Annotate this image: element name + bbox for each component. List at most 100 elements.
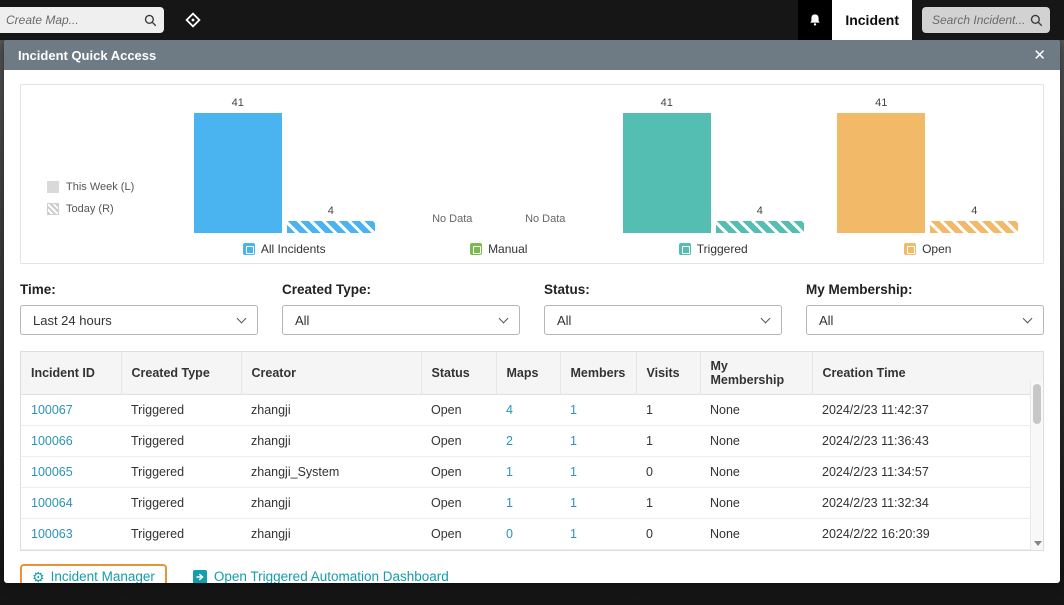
incident-id-link[interactable]: 100065 — [31, 465, 73, 479]
maps-link[interactable]: 1 — [506, 496, 513, 510]
dashboard-icon — [193, 570, 207, 584]
group-label-text: Open — [922, 242, 951, 256]
close-icon[interactable]: ✕ — [1033, 48, 1046, 63]
membership-filter: My Membership: All — [806, 282, 1044, 335]
created-type-filter-select[interactable]: All — [282, 305, 520, 335]
group-label-triggered: Triggered — [679, 242, 748, 256]
table-row[interactable]: 100067 Triggered zhangji Open 4 1 1 None… — [21, 395, 1043, 426]
table-row[interactable]: 100066 Triggered zhangji Open 2 1 1 None… — [21, 426, 1043, 457]
incident-id-link[interactable]: 100064 — [31, 496, 73, 510]
open-icon — [904, 243, 916, 255]
members-link[interactable]: 1 — [570, 465, 577, 479]
created-type-cell: Triggered — [131, 434, 184, 448]
open-dashboard-label: Open Triggered Automation Dashboard — [214, 569, 449, 583]
status-filter-label: Status: — [544, 282, 782, 297]
created-type-cell: Triggered — [131, 496, 184, 510]
col-header[interactable]: Visits — [636, 352, 700, 395]
legend-label: Today (R) — [66, 203, 114, 215]
visits-cell: 1 — [646, 434, 653, 448]
status-cell: Open — [431, 527, 462, 541]
incident-search-input[interactable] — [932, 13, 1029, 27]
created-type-cell: Triggered — [131, 403, 184, 417]
app-logo-icon[interactable] — [184, 11, 202, 29]
chart-groups: 41 4 All Incidents — [177, 95, 1035, 257]
modal-title: Incident Quick Access — [18, 48, 156, 63]
status-filter-value: All — [557, 313, 571, 328]
members-link[interactable]: 1 — [570, 403, 577, 417]
created-type-filter-value: All — [295, 313, 309, 328]
chevron-down-icon — [237, 313, 247, 323]
group-label-text: All Incidents — [261, 242, 326, 256]
maps-link[interactable]: 0 — [506, 527, 513, 541]
bar-value-label: 4 — [328, 205, 334, 217]
creator-cell: zhangji — [251, 434, 291, 448]
col-header[interactable]: Status — [421, 352, 496, 395]
group-label-open: Open — [904, 242, 951, 256]
incident-quick-access-modal: Incident Quick Access ✕ This Week (L) To… — [4, 40, 1060, 583]
legend-label: This Week (L) — [66, 181, 134, 193]
col-header[interactable]: Created Type — [121, 352, 241, 395]
this-week-bar[interactable] — [623, 113, 711, 233]
created-type-cell: Triggered — [131, 527, 184, 541]
scroll-down-arrow-icon[interactable] — [1034, 541, 1042, 546]
members-link[interactable]: 1 — [570, 496, 577, 510]
legend-today: Today (R) — [47, 203, 177, 215]
maps-link[interactable]: 1 — [506, 465, 513, 479]
incident-button-label: Incident — [832, 0, 912, 40]
created-type-cell: Triggered — [131, 465, 184, 479]
members-link[interactable]: 1 — [570, 527, 577, 541]
table-row[interactable]: 100065 Triggered zhangji_System Open 1 1… — [21, 457, 1043, 488]
creation-time-cell: 2024/2/23 11:42:37 — [822, 403, 929, 417]
incident-button[interactable]: Incident — [798, 0, 912, 40]
scrollbar-thumb[interactable] — [1033, 384, 1041, 424]
incident-searchbox[interactable] — [922, 7, 1050, 33]
maps-link[interactable]: 4 — [506, 403, 513, 417]
members-link[interactable]: 1 — [570, 434, 577, 448]
membership-filter-select[interactable]: All — [806, 305, 1044, 335]
table-scrollbar[interactable] — [1030, 381, 1043, 550]
table-row[interactable]: 100063 Triggered zhangji Open 0 1 0 None… — [21, 519, 1043, 550]
status-cell: Open — [431, 465, 462, 479]
col-header[interactable]: Members — [560, 352, 636, 395]
group-label-all-incidents: All Incidents — [243, 242, 326, 256]
incident-table: Incident ID Created Type Creator Status … — [20, 351, 1044, 551]
bar-value-label: 41 — [875, 97, 887, 109]
table-row[interactable]: 100064 Triggered zhangji Open 1 1 1 None… — [21, 488, 1043, 519]
time-filter-select[interactable]: Last 24 hours — [20, 305, 258, 335]
membership-cell: None — [710, 403, 740, 417]
create-map-searchbox[interactable] — [0, 7, 164, 33]
incident-id-link[interactable]: 100063 — [31, 527, 73, 541]
maps-link[interactable]: 2 — [506, 434, 513, 448]
incident-manager-button[interactable]: ⚙ Incident Manager — [20, 564, 167, 583]
chart-legend: This Week (L) Today (R) — [29, 95, 177, 257]
manual-icon — [470, 243, 482, 255]
creation-time-cell: 2024/2/23 11:32:34 — [822, 496, 929, 510]
bar-value-label: 41 — [661, 97, 673, 109]
incident-bar-chart: This Week (L) Today (R) 41 — [20, 84, 1044, 264]
filter-bar: Time: Last 24 hours Created Type: All St… — [20, 282, 1044, 335]
today-bar[interactable] — [287, 221, 375, 233]
col-header[interactable]: Creation Time — [812, 352, 1043, 395]
col-header[interactable]: Creator — [241, 352, 421, 395]
incident-manager-label: Incident Manager — [51, 569, 155, 583]
incident-id-link[interactable]: 100066 — [31, 434, 73, 448]
today-bar[interactable] — [716, 221, 804, 233]
this-week-bar[interactable] — [837, 113, 925, 233]
creator-cell: zhangji — [251, 527, 291, 541]
chevron-down-icon — [499, 313, 509, 323]
open-dashboard-link[interactable]: Open Triggered Automation Dashboard — [193, 569, 449, 583]
this-week-bar[interactable] — [194, 113, 282, 233]
status-filter-select[interactable]: All — [544, 305, 782, 335]
today-bar[interactable] — [930, 221, 1018, 233]
col-header[interactable]: Incident ID — [21, 352, 121, 395]
status-cell: Open — [431, 434, 462, 448]
creator-cell: zhangji_System — [251, 465, 339, 479]
status-filter: Status: All — [544, 282, 782, 335]
col-header[interactable]: Maps — [496, 352, 560, 395]
chart-group-all-incidents: 41 4 All Incidents — [177, 95, 392, 257]
incident-id-link[interactable]: 100067 — [31, 403, 73, 417]
chevron-down-icon — [761, 313, 771, 323]
create-map-input[interactable] — [6, 13, 143, 27]
col-header[interactable]: My Membership — [700, 352, 812, 395]
membership-cell: None — [710, 527, 740, 541]
